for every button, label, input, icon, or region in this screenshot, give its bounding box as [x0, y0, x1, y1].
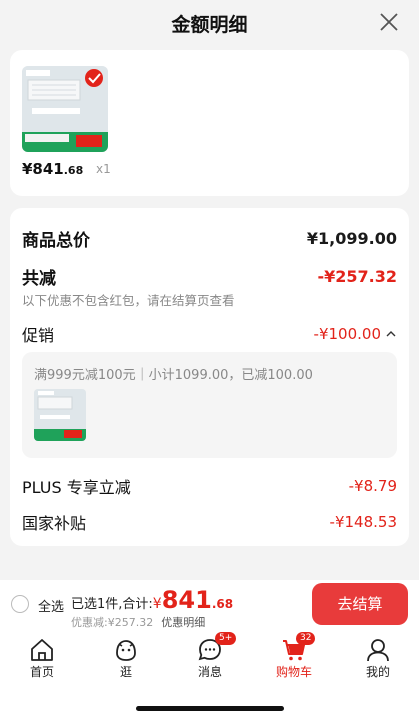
product-qty: x1 — [96, 162, 111, 176]
goods-total-row: 商品总价 ¥1,099.00 — [22, 226, 397, 251]
product-price: ¥841.68 — [22, 160, 83, 178]
total-small: .68 — [211, 597, 234, 611]
tab-home[interactable]: 首页 — [0, 632, 84, 688]
chevron-up-icon[interactable] — [385, 329, 397, 339]
reduce-row: 共减 -¥257.32 — [22, 264, 397, 289]
promo-detail-box: 满999元减100元｜小计1099.00，已减100.00 — [22, 352, 397, 458]
tab-explore-label: 逛 — [119, 665, 132, 679]
checkout-bar: 全选 已选1件,合计:¥841.68 优惠减:¥257.32 优惠明细 去结算 — [0, 580, 419, 632]
total-currency: ¥ — [152, 596, 162, 612]
discount-note: 以下优惠不包含红包，请在结算页查看 — [22, 293, 235, 308]
tab-messages[interactable]: 5+ 消息 — [168, 632, 252, 688]
header: 金额明细 — [0, 0, 419, 46]
user-icon — [367, 639, 389, 662]
home-indicator — [136, 706, 284, 711]
total-line: 已选1件,合计:¥841.68 — [71, 586, 233, 614]
tab-me-label: 我的 — [365, 665, 390, 679]
promo-value: -¥100.00 — [313, 325, 381, 343]
goods-total-label: 商品总价 — [22, 231, 90, 251]
select-all-radio[interactable] — [11, 595, 29, 613]
messages-badge: 5+ — [215, 632, 237, 645]
tab-messages-label: 消息 — [197, 665, 222, 679]
goods-total-value: ¥1,099.00 — [306, 229, 397, 248]
product-image[interactable] — [22, 66, 108, 152]
tab-me[interactable]: 我的 — [336, 632, 419, 688]
product-price-main: ¥841 — [22, 160, 64, 178]
page-title: 金额明细 — [171, 14, 248, 36]
reduce-label: 共减 — [22, 269, 56, 289]
total-main: 841 — [161, 586, 212, 614]
tab-cart-label: 购物车 — [275, 665, 312, 679]
tab-cart[interactable]: 32 购物车 — [252, 632, 336, 688]
promo-label: 促销 — [22, 326, 55, 345]
discount-text: 优惠减:¥257.32 — [71, 616, 154, 629]
close-icon[interactable] — [377, 10, 401, 34]
promo-detail-text: 满999元减100元｜小计1099.00，已减100.00 — [34, 368, 313, 383]
discount-detail-link[interactable]: 优惠明细 — [161, 616, 205, 629]
face-icon — [116, 640, 136, 661]
subsidy-value: -¥148.53 — [329, 513, 397, 531]
subsidy-row: 国家补贴 -¥148.53 — [22, 510, 397, 534]
tab-home-label: 首页 — [29, 665, 54, 679]
tab-explore[interactable]: 逛 — [84, 632, 168, 688]
home-icon — [31, 639, 53, 661]
selected-prefix: 已选1件,合计: — [71, 597, 153, 612]
plus-value: -¥8.79 — [348, 477, 397, 495]
checkout-button[interactable]: 去结算 — [312, 583, 408, 625]
select-all-label[interactable]: 全选 — [38, 596, 64, 615]
discount-line: 优惠减:¥257.32 优惠明细 — [71, 614, 205, 630]
reduce-value: -¥257.32 — [317, 267, 397, 286]
promo-product-image[interactable] — [34, 389, 86, 441]
product-price-small: .68 — [63, 164, 84, 177]
subsidy-label: 国家补贴 — [22, 514, 87, 533]
cart-badge: 32 — [296, 632, 316, 645]
plus-label: PLUS 专享立减 — [22, 478, 131, 497]
promo-value-group: -¥100.00 — [314, 325, 397, 343]
promo-row[interactable]: 促销 -¥100.00 — [22, 322, 397, 346]
plus-row: PLUS 专享立减 -¥8.79 — [22, 474, 397, 498]
